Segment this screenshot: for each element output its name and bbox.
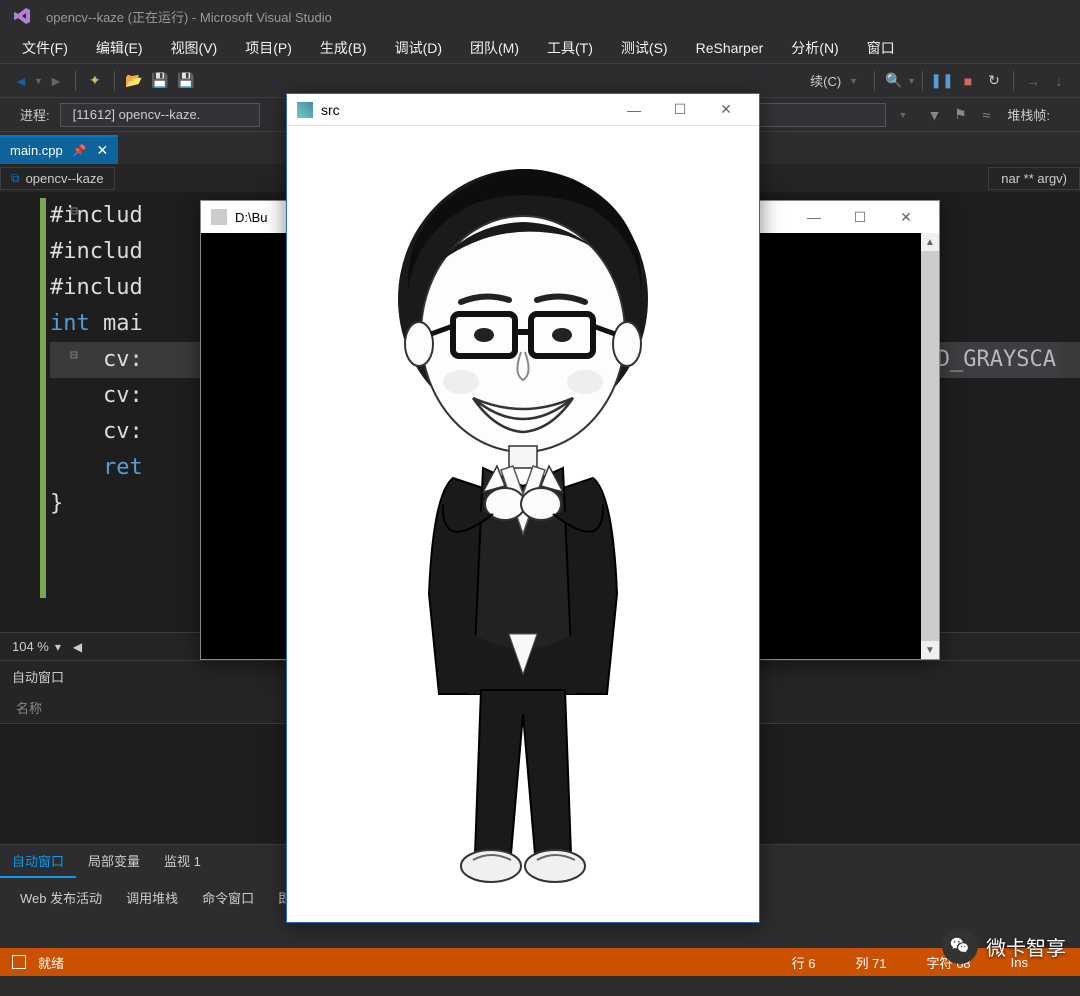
close-button[interactable]: ✕ [883,201,929,233]
crumb-project[interactable]: ⧉ opencv--kaze [0,167,115,190]
menu-project[interactable]: 项目(P) [231,34,306,62]
statusbar: 就绪 行 6 列 71 字符 68 Ins [0,948,1080,976]
open-button[interactable]: 📂 [121,68,147,94]
scroll-thumb[interactable] [921,233,939,659]
wechat-icon [942,928,978,964]
cartoon-avatar-image [333,134,713,914]
image-window[interactable]: src — ☐ ✕ [286,93,760,923]
watermark-text: 微卡智享 [986,932,1066,961]
nav-forward-button[interactable]: ► [43,68,69,94]
maximize-button[interactable]: ☐ [837,201,883,233]
maximize-button[interactable]: ☐ [657,94,703,126]
tab-locals[interactable]: 局部变量 [76,845,152,878]
dropdown-icon[interactable]: ▼ [34,76,43,86]
new-item-button[interactable]: ✦ [82,68,108,94]
threads-icon[interactable]: ≈ [973,102,999,128]
minimize-button[interactable]: — [791,201,837,233]
vs-logo-icon [10,4,34,28]
close-icon[interactable]: ✕ [96,142,108,159]
dropdown-icon[interactable]: ▼ [849,76,858,86]
flag-icon[interactable]: ⚑ [947,102,973,128]
scroll-left-icon[interactable]: ◀ [73,640,82,654]
menu-resharper[interactable]: ReSharper [682,36,778,60]
menu-tools[interactable]: 工具(T) [533,34,607,62]
crumb-function[interactable]: nar ** argv) [988,167,1080,190]
save-all-button[interactable]: 💾 [173,68,199,94]
menu-edit[interactable]: 编辑(E) [82,34,157,62]
save-button[interactable]: 💾 [147,68,173,94]
scroll-up-icon[interactable]: ▲ [921,233,939,251]
stop-button[interactable]: ■ [955,68,981,94]
tab-watch[interactable]: 监视 1 [152,845,213,878]
scrollbar[interactable]: ▲ ▼ [921,233,939,659]
image-title: src [321,102,340,118]
file-tab-main-cpp[interactable]: main.cpp 📌 ✕ [0,135,118,164]
dropdown-icon[interactable]: ▼ [898,110,907,120]
image-titlebar[interactable]: src — ☐ ✕ [287,94,759,126]
process-combo[interactable]: [11612] opencv--kaze. [60,103,260,127]
status-ready: 就绪 [38,953,64,972]
separator [75,71,76,91]
status-indicator-icon [12,955,26,969]
project-icon: ⧉ [11,171,20,186]
fold-icon[interactable]: ⊟ [70,194,78,230]
menu-team[interactable]: 团队(M) [456,34,533,62]
app-icon [211,209,227,225]
process-label: 进程: [20,105,50,124]
restart-button[interactable]: ↻ [981,68,1007,94]
separator [1013,71,1014,91]
watermark: 微卡智享 [942,928,1066,964]
separator [922,71,923,91]
tab-autos[interactable]: 自动窗口 [0,845,76,878]
filter-icon[interactable]: ▼ [921,102,947,128]
menu-test[interactable]: 测试(S) [607,34,682,62]
image-content [287,126,759,922]
tab-command[interactable]: 命令窗口 [190,882,266,913]
find-button[interactable]: 🔍 [881,68,907,94]
continue-debug-button[interactable]: 续(C) [810,71,841,90]
console-title: D:\Bu [235,210,268,225]
zoom-value[interactable]: 104 % [12,639,49,654]
window-title: opencv--kaze (正在运行) - Microsoft Visual S… [46,7,332,26]
step-into-button[interactable]: ↓ [1046,68,1072,94]
menu-debug[interactable]: 调试(D) [381,34,456,62]
nav-back-button[interactable]: ◄ [8,68,34,94]
pin-icon[interactable]: 📌 [73,144,87,157]
pause-button[interactable]: ❚❚ [929,68,955,94]
tab-label: main.cpp [10,143,63,158]
zoom-dropdown-icon[interactable]: ▾ [55,640,61,654]
menu-file[interactable]: 文件(F) [8,34,82,62]
menu-build[interactable]: 生成(B) [306,34,381,62]
separator [114,71,115,91]
tab-web-publish[interactable]: Web 发布活动 [8,882,114,913]
stackframe-label: 堆栈帧: [1007,105,1050,124]
menu-window[interactable]: 窗口 [853,34,909,62]
crumb-label: opencv--kaze [26,171,104,186]
scroll-down-icon[interactable]: ▼ [921,641,939,659]
fold-icon[interactable]: ⊟ [70,338,78,374]
tab-callstack[interactable]: 调用堆栈 [114,882,190,913]
close-button[interactable]: ✕ [703,94,749,126]
app-icon [297,102,313,118]
status-line: 行 6 [792,953,816,972]
menu-view[interactable]: 视图(V) [157,34,232,62]
dropdown-icon[interactable]: ▼ [907,76,916,86]
step-button[interactable]: → [1020,68,1046,94]
status-col: 列 71 [855,953,886,972]
menu-analyze[interactable]: 分析(N) [777,34,852,62]
minimize-button[interactable]: — [611,94,657,126]
separator [874,71,875,91]
col-name[interactable]: 名称 [16,701,42,716]
window-titlebar: opencv--kaze (正在运行) - Microsoft Visual S… [0,0,1080,32]
menubar: 文件(F) 编辑(E) 视图(V) 项目(P) 生成(B) 调试(D) 团队(M… [0,32,1080,64]
